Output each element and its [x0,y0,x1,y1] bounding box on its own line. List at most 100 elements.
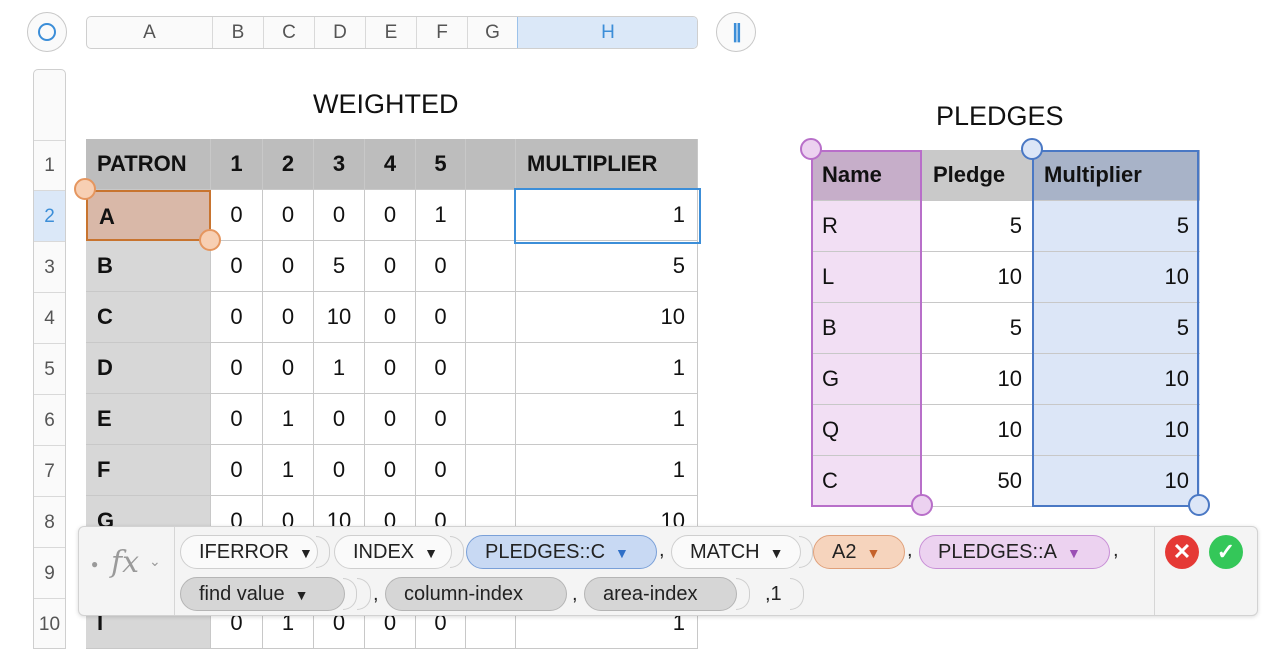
weighted-multiplier-cell[interactable]: 1 [516,343,698,394]
row-header-10[interactable]: 10 [34,598,65,649]
pledges-pledge-cell[interactable]: 10 [922,405,1033,456]
weighted-multiplier-cell[interactable]: 1 [516,190,698,241]
pledges-header-cell[interactable]: Name [811,150,922,201]
weighted-value-cell[interactable]: 5 [314,241,365,292]
weighted-value-cell[interactable]: 0 [365,343,416,394]
column-header-b[interactable]: B [213,17,264,48]
weighted-header-cell[interactable]: 5 [416,139,466,190]
weighted-value-cell[interactable]: 0 [416,241,466,292]
token-iferror[interactable]: IFERROR ▼ [180,535,318,569]
pledges-multiplier-cell[interactable]: 5 [1033,303,1200,354]
formula-fx-area[interactable]: ● fx ⌄ [79,527,175,615]
weighted-empty-cell[interactable] [466,190,516,241]
weighted-header-cell[interactable]: MULTIPLIER [516,139,698,190]
weighted-value-cell[interactable]: 0 [263,343,314,394]
weighted-value-cell[interactable]: 0 [211,241,263,292]
weighted-value-cell[interactable]: 0 [416,343,466,394]
weighted-value-cell[interactable]: 0 [416,292,466,343]
weighted-patron-cell[interactable]: F [86,445,211,496]
token-pledges-a[interactable]: PLEDGES::A ▼ [919,535,1110,569]
column-header-c[interactable]: C [264,17,315,48]
row-header-6[interactable]: 6 [34,394,65,445]
select-all-button[interactable] [27,12,67,52]
token-pledges-c[interactable]: PLEDGES::C ▼ [466,535,657,569]
weighted-value-cell[interactable]: 0 [314,445,365,496]
column-header-a[interactable]: A [87,17,213,48]
column-header-g[interactable]: G [468,17,518,48]
column-header-e[interactable]: E [366,17,417,48]
row-header-4[interactable]: 4 [34,292,65,343]
pledges-pledge-cell[interactable]: 10 [922,354,1033,405]
weighted-multiplier-cell[interactable]: 5 [516,241,698,292]
pledges-pledge-cell[interactable]: 50 [922,456,1033,507]
pledges-name-cell[interactable]: B [811,303,922,354]
row-header-2[interactable]: 2 [34,190,65,241]
weighted-header-cell[interactable]: 4 [365,139,416,190]
pledges-multiplier-cell[interactable]: 10 [1033,252,1200,303]
weighted-value-cell[interactable]: 0 [365,241,416,292]
weighted-value-cell[interactable]: 0 [365,190,416,241]
weighted-header-cell[interactable]: 2 [263,139,314,190]
weighted-multiplier-cell[interactable]: 10 [516,292,698,343]
row-header-1[interactable]: 1 [34,140,65,190]
pledges-name-cell[interactable]: L [811,252,922,303]
token-column-index[interactable]: column-index [385,577,567,611]
token-area-index[interactable]: area-index [584,577,737,611]
pledges-name-cell[interactable]: C [811,456,922,507]
range-handle[interactable] [74,178,96,200]
weighted-header-cell[interactable]: PATRON [86,139,211,190]
column-header-f[interactable]: F [417,17,468,48]
range-handle[interactable] [911,494,933,516]
weighted-value-cell[interactable]: 10 [314,292,365,343]
weighted-value-cell[interactable]: 0 [211,343,263,394]
weighted-value-cell[interactable]: 0 [416,394,466,445]
weighted-multiplier-cell[interactable]: 1 [516,394,698,445]
weighted-value-cell[interactable]: 0 [314,394,365,445]
pledges-pledge-cell[interactable]: 10 [922,252,1033,303]
weighted-empty-cell[interactable] [466,343,516,394]
weighted-value-cell[interactable]: 0 [314,190,365,241]
pledges-header-cell[interactable]: Pledge [922,150,1033,201]
weighted-patron-cell[interactable]: D [86,343,211,394]
weighted-header-cell[interactable]: 1 [211,139,263,190]
pledges-name-cell[interactable]: Q [811,405,922,456]
weighted-value-cell[interactable]: 0 [263,292,314,343]
token-match[interactable]: MATCH ▼ [671,535,801,569]
pledges-name-cell[interactable]: R [811,201,922,252]
weighted-value-cell[interactable]: 1 [416,190,466,241]
column-header-h[interactable]: H [517,17,697,48]
weighted-empty-cell[interactable] [466,241,516,292]
weighted-value-cell[interactable]: 1 [314,343,365,394]
cancel-button[interactable]: ✕ [1165,535,1199,569]
row-header-7[interactable]: 7 [34,445,65,496]
weighted-empty-cell[interactable] [466,445,516,496]
weighted-patron-cell[interactable]: E [86,394,211,445]
token-a2[interactable]: A2 ▼ [813,535,905,569]
pledges-pledge-cell[interactable]: 5 [922,201,1033,252]
pledges-pledge-cell[interactable]: 5 [922,303,1033,354]
weighted-value-cell[interactable]: 0 [365,445,416,496]
weighted-patron-cell[interactable]: B [86,241,211,292]
range-handle[interactable] [199,229,221,251]
pledges-multiplier-cell[interactable]: 10 [1033,405,1200,456]
weighted-value-cell[interactable]: 0 [263,241,314,292]
weighted-value-cell[interactable]: 0 [211,394,263,445]
row-header-5[interactable]: 5 [34,343,65,394]
weighted-value-cell[interactable]: 1 [263,445,314,496]
weighted-multiplier-cell[interactable]: 1 [516,445,698,496]
weighted-patron-cell[interactable]: A [86,190,211,241]
token-index[interactable]: INDEX ▼ [334,535,452,569]
pledges-multiplier-cell[interactable]: 5 [1033,201,1200,252]
weighted-header-cell[interactable] [466,139,516,190]
row-header-8[interactable]: 8 [34,496,65,547]
row-header-9[interactable]: 9 [34,547,65,598]
pledges-name-cell[interactable]: G [811,354,922,405]
range-handle[interactable] [1188,494,1210,516]
pledges-multiplier-cell[interactable]: 10 [1033,354,1200,405]
range-handle[interactable] [800,138,822,160]
weighted-value-cell[interactable]: 1 [263,394,314,445]
column-header-d[interactable]: D [315,17,366,48]
weighted-value-cell[interactable]: 0 [365,394,416,445]
weighted-value-cell[interactable]: 0 [211,292,263,343]
weighted-value-cell[interactable]: 0 [211,445,263,496]
